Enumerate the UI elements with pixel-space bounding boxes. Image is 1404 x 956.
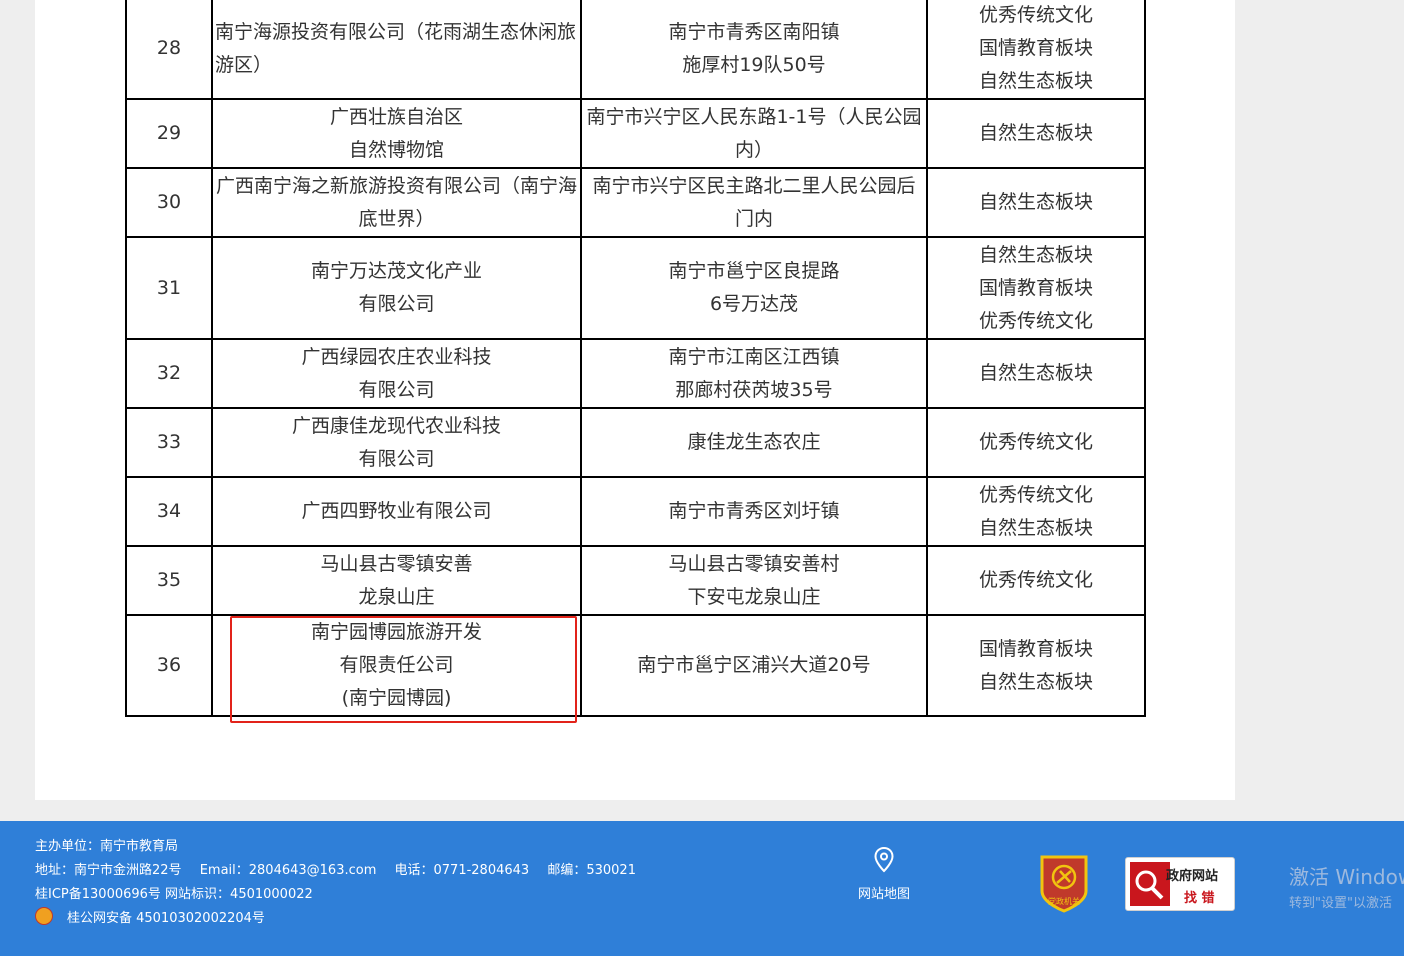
footer-sponsor: 主办单位：南宁市教育局 [35,839,179,854]
table-row: 35 马山县古零镇安善 龙泉山庄 马山县古零镇安善村 下安屯龙泉山庄 优秀传统文… [125,545,1146,616]
gov-site-error-report[interactable]: 政府网站 找 错 [1125,857,1235,911]
row-number: 28 [125,0,213,100]
org-name: 广西南宁海之新旅游投资有限公司（南宁海底世界） [211,167,582,238]
row-number: 35 [125,545,213,616]
address: 南宁市邕宁区良提路 6号万达茂 [580,236,928,340]
org-name: 马山县古零镇安善 龙泉山庄 [211,545,582,616]
category: 自然生态板块 [926,338,1146,409]
address: 南宁市邕宁区浦兴大道20号 [580,614,928,717]
row-number: 30 [125,167,213,238]
highlight-annotation-box [230,616,577,723]
address: 南宁市青秀区刘圩镇 [580,476,928,547]
footer-postcode: 邮编：530021 [547,863,636,878]
sitemap-link[interactable]: 网站地图 [850,847,918,902]
police-badge-icon [35,907,53,925]
address: 南宁市兴宁区人民东路1-1号（人民公园内） [580,98,928,169]
gov-error-title: 政府网站 [1166,869,1219,884]
party-badge-text: 党政机关 [1048,896,1080,906]
category: 优秀传统文化 [926,407,1146,478]
footer-address: 地址：南宁市金洲路22号 [35,863,182,878]
category: 优秀传统文化 [926,545,1146,616]
footer-police: 桂公网安备 45010302002204号 [67,911,265,926]
table-row: 28 南宁海源投资有限公司（花雨湖生态休闲旅游区） 南宁市青秀区南阳镇 施厚村1… [125,0,1146,100]
table-row: 34 广西四野牧业有限公司 南宁市青秀区刘圩镇 优秀传统文化 自然生态板块 [125,476,1146,547]
row-number: 31 [125,236,213,340]
footer-police-row[interactable]: 桂公网安备 45010302002204号 [35,907,650,931]
table-row: 30 广西南宁海之新旅游投资有限公司（南宁海底世界） 南宁市兴宁区民主路北二里人… [125,167,1146,238]
row-number: 33 [125,407,213,478]
gov-error-subtitle: 找 错 [1184,891,1215,906]
address: 南宁市兴宁区民主路北二里人民公园后门内 [580,167,928,238]
table-row: 31 南宁万达茂文化产业 有限公司 南宁市邕宁区良提路 6号万达茂 自然生态板块… [125,236,1146,340]
footer-email: Email：2804643@163.com [199,863,377,878]
row-number: 32 [125,338,213,409]
category: 国情教育板块 自然生态板块 [926,614,1146,717]
org-name: 广西四野牧业有限公司 [211,476,582,547]
category: 自然生态板块 [926,167,1146,238]
address: 康佳龙生态农庄 [580,407,928,478]
party-emblem-icon: 党政机关 [1040,855,1088,913]
sitemap-label: 网站地图 [857,887,910,902]
table-row: 32 广西绿园农庄农业科技 有限公司 南宁市江南区江西镇 那廊村茯芮坡35号 自… [125,338,1146,409]
windows-activation-watermark: 激活 Window 转到"设置"以激活 [1289,861,1404,911]
location-pin-icon [874,847,894,873]
org-name: 广西绿园农庄农业科技 有限公司 [211,338,582,409]
party-government-badge[interactable]: 党政机关 [1038,853,1090,913]
row-number: 29 [125,98,213,169]
address: 南宁市江南区江西镇 那廊村茯芮坡35号 [580,338,928,409]
org-name: 广西壮族自治区 自然博物馆 [211,98,582,169]
places-table: 28 南宁海源投资有限公司（花雨湖生态休闲旅游区） 南宁市青秀区南阳镇 施厚村1… [125,0,1146,717]
footer-phone: 电话：0771-2804643 [394,863,530,878]
activation-title: 激活 Window [1289,865,1404,889]
table-row: 29 广西壮族自治区 自然博物馆 南宁市兴宁区人民东路1-1号（人民公园内） 自… [125,98,1146,169]
footer-info: 主办单位：南宁市教育局 地址：南宁市金洲路22号 Email：2804643@1… [35,835,650,931]
activation-subtitle: 转到"设置"以激活 [1289,896,1392,911]
category: 自然生态板块 [926,98,1146,169]
magnifier-logo-icon [1130,862,1170,906]
address: 南宁市青秀区南阳镇 施厚村19队50号 [580,0,928,100]
org-name: 广西康佳龙现代农业科技 有限公司 [211,407,582,478]
row-number: 34 [125,476,213,547]
org-name: 南宁万达茂文化产业 有限公司 [211,236,582,340]
footer-contact: 地址：南宁市金洲路22号 Email：2804643@163.com 电话：07… [35,859,650,883]
category: 优秀传统文化 国情教育板块 自然生态板块 [926,0,1146,100]
footer-icp[interactable]: 桂ICP备13000696号 网站标识：4501000022 [35,883,650,907]
org-name: 南宁海源投资有限公司（花雨湖生态休闲旅游区） [211,0,582,100]
category: 自然生态板块 国情教育板块 优秀传统文化 [926,236,1146,340]
row-number: 36 [125,614,213,717]
category: 优秀传统文化 自然生态板块 [926,476,1146,547]
address: 马山县古零镇安善村 下安屯龙泉山庄 [580,545,928,616]
table-row: 33 广西康佳龙现代农业科技 有限公司 康佳龙生态农庄 优秀传统文化 [125,407,1146,478]
site-footer: 主办单位：南宁市教育局 地址：南宁市金洲路22号 Email：2804643@1… [0,821,1404,956]
